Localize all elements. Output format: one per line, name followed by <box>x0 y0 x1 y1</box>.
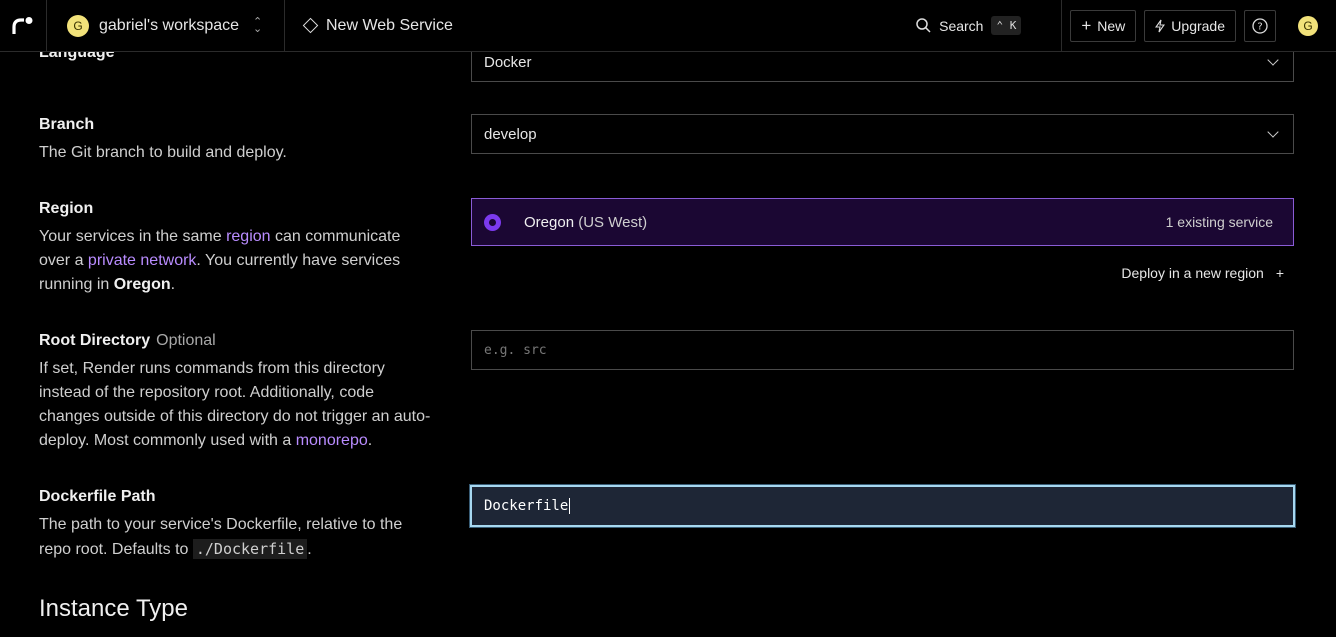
deploy-new-region-button[interactable]: Deploy in a new region + <box>1121 265 1284 281</box>
user-avatar[interactable]: G <box>1298 15 1318 36</box>
branch-select[interactable]: develop <box>471 114 1294 154</box>
help-button[interactable]: ? <box>1244 9 1276 42</box>
region-sub: (US West) <box>578 213 648 231</box>
optional-tag: Optional <box>156 332 216 349</box>
workspace-name: gabriel's workspace <box>99 16 240 34</box>
search-label: Search <box>939 17 984 34</box>
upgrade-button[interactable]: Upgrade <box>1144 9 1236 42</box>
root-directory-placeholder: e.g. src <box>484 342 547 358</box>
region-description: Your services in the same region can com… <box>39 225 434 297</box>
lightning-icon <box>1155 19 1166 32</box>
render-logo-icon[interactable] <box>0 0 46 52</box>
private-network-link[interactable]: private network <box>88 252 197 269</box>
text: . <box>307 541 312 558</box>
upgrade-label: Upgrade <box>1171 17 1225 34</box>
breadcrumb: New Web Service <box>285 17 453 35</box>
text: . <box>170 276 176 293</box>
chevron-down-icon <box>1267 126 1279 138</box>
branch-description: The Git branch to build and deploy. <box>39 144 287 161</box>
dockerfile-path-label: Dockerfile Path <box>39 488 156 505</box>
label-text: Root Directory <box>39 332 151 349</box>
branch-label: Branch <box>39 116 95 133</box>
search-shortcut: ⌃ K <box>991 16 1022 35</box>
search-icon <box>916 18 931 33</box>
search-button[interactable]: Search ⌃ K <box>916 16 1022 35</box>
help-icon: ? <box>1252 17 1268 34</box>
language-value: Docker <box>484 53 532 71</box>
root-directory-description: If set, Render runs commands from this d… <box>39 357 434 453</box>
plus-icon: + <box>1275 265 1284 281</box>
new-label: New <box>1097 17 1126 34</box>
dockerfile-path-input[interactable]: Dockerfile <box>470 485 1295 527</box>
radio-selected-icon <box>484 213 501 231</box>
region-label: Region <box>39 200 94 217</box>
region-link[interactable]: region <box>226 228 270 245</box>
dockerfile-path-description: The path to your service's Dockerfile, r… <box>39 513 434 562</box>
top-bar: G gabriel's workspace ⌃ ⌄ New Web Service… <box>0 0 1336 52</box>
chevron-up-down-icon: ⌃ ⌄ <box>253 15 263 35</box>
chevron-down-icon <box>1267 54 1279 66</box>
text: . <box>367 432 373 449</box>
region-bold: Oregon <box>113 276 171 293</box>
default-path-code: ./Dockerfile <box>192 539 308 559</box>
deploy-new-label: Deploy in a new region <box>1121 265 1264 281</box>
branch-value: develop <box>484 125 537 143</box>
region-option-oregon[interactable]: Oregon (US West) 1 existing service <box>471 198 1294 246</box>
root-directory-input[interactable]: e.g. src <box>471 330 1294 370</box>
existing-service-count: 1 existing service <box>1165 214 1273 230</box>
instance-type-heading: Instance Type <box>39 595 188 622</box>
diamond-icon <box>302 17 319 34</box>
region-option-label: Oregon (US West) <box>524 214 647 231</box>
workspace-switcher[interactable]: G gabriel's workspace ⌃ ⌄ <box>46 0 285 52</box>
new-button[interactable]: + New <box>1070 9 1137 42</box>
dockerfile-path-value: Dockerfile <box>484 498 569 514</box>
region-name: Oregon <box>524 213 575 231</box>
text: Your services in the same <box>39 228 227 245</box>
svg-text:?: ? <box>1257 21 1262 32</box>
text-cursor <box>569 498 571 514</box>
plus-icon: + <box>1081 15 1092 35</box>
form-content: Language Docker Branch The Git branch to… <box>0 42 1336 637</box>
workspace-avatar: G <box>67 14 89 37</box>
root-directory-label: Root Directory Optional <box>39 332 216 350</box>
page-title: New Web Service <box>326 16 453 34</box>
monorepo-link[interactable]: monorepo <box>296 432 368 449</box>
